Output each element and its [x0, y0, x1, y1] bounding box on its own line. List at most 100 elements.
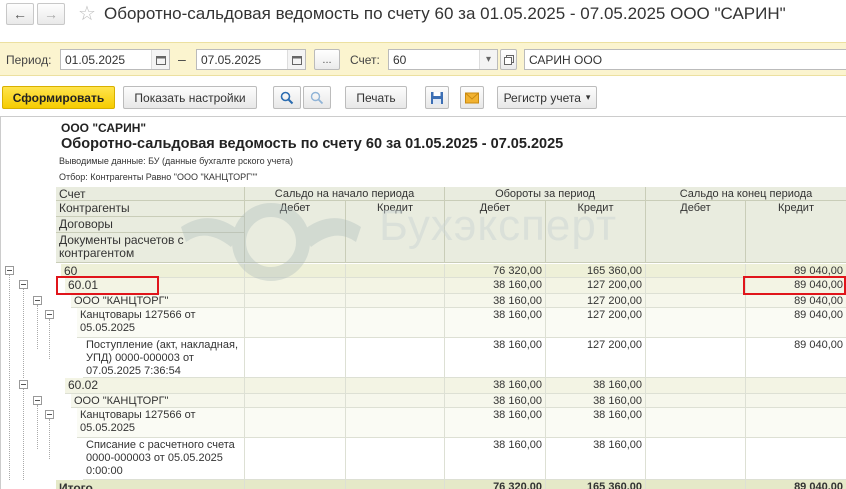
column-header-sub: Кредит — [746, 201, 846, 263]
tree-collapse-icon[interactable] — [19, 280, 28, 289]
forward-button[interactable]: → — [37, 3, 65, 25]
row-value-cell — [746, 408, 846, 438]
row-value-cell: 76 320,00 — [445, 264, 546, 278]
tree-collapse-icon[interactable] — [33, 396, 42, 405]
column-header-sub: Кредит — [546, 201, 646, 263]
row-value-cell — [245, 438, 346, 480]
envelope-icon — [465, 92, 479, 103]
calendar-icon[interactable] — [151, 50, 169, 69]
row-value-cell: 38 160,00 — [546, 394, 646, 408]
table-row[interactable]: ООО "КАНЦТОРГ" 38 160,00 38 160,00 — [1, 394, 846, 408]
date-to-field[interactable]: 07.05.2025 — [196, 49, 306, 70]
row-account-cell: ООО "КАНЦТОРГ" — [71, 394, 245, 408]
row-value-cell: 38 160,00 — [445, 408, 546, 438]
row-value-cell — [646, 394, 746, 408]
row-value-cell — [245, 278, 346, 294]
total-value-cell: 76 320,00 — [445, 480, 546, 489]
tree-collapse-icon[interactable] — [33, 296, 42, 305]
row-value-cell — [346, 294, 445, 308]
report-output-data: Выводимые данные: БУ (данные бухгалте рс… — [59, 156, 294, 166]
table-row[interactable]: Поступление (акт, накладная, УПД) 0000-0… — [1, 338, 846, 378]
row-value-cell: 89 040,00 — [746, 338, 846, 378]
send-email-button[interactable] — [460, 86, 484, 109]
parameters-panel: Период: 01.05.2025 – 07.05.2025 ... Счет… — [0, 42, 846, 76]
tree-collapse-icon[interactable] — [45, 410, 54, 419]
print-button[interactable]: Печать — [345, 86, 407, 109]
organization-value: САРИН ООО — [529, 53, 603, 67]
row-value-cell: 38 160,00 — [445, 294, 546, 308]
row-value-cell — [346, 308, 445, 338]
row-value-cell — [646, 308, 746, 338]
tree-connector-line — [37, 305, 38, 349]
account-label: Счет: — [350, 53, 380, 67]
table-row[interactable]: 60.02 38 160,00 38 160,00 — [1, 378, 846, 394]
row-value-cell — [245, 408, 346, 438]
total-value-cell — [245, 480, 346, 489]
row-value-cell — [346, 278, 445, 294]
row-value-cell — [245, 394, 346, 408]
table-row[interactable]: ООО "КАНЦТОРГ" 38 160,00 127 200,00 89 040,… — [1, 294, 846, 308]
row-account-cell: Поступление (акт, накладная, УПД) 0000-0… — [83, 338, 245, 378]
column-header-left: Договоры — [56, 217, 245, 233]
ledger-register-button[interactable]: Регистр учета ▾ — [497, 86, 597, 109]
column-header-left: Документы расчетов с контрагентом — [56, 233, 245, 263]
column-group-header: Обороты за период — [445, 187, 646, 201]
column-header-sub: Дебет — [245, 201, 346, 263]
column-group-header: Сальдо на конец периода — [646, 187, 846, 201]
row-value-cell: 38 160,00 — [445, 338, 546, 378]
row-value-cell — [646, 438, 746, 480]
search-clear-icon — [310, 91, 324, 104]
table-row[interactable]: Канцтовары 127566 от 05.05.2025 38 160,00… — [1, 308, 846, 338]
cancel-search-button[interactable] — [303, 86, 331, 109]
row-value-cell — [346, 408, 445, 438]
total-value-cell: 89 040,00 — [746, 480, 846, 489]
row-account-cell: ООО "КАНЦТОРГ" — [71, 294, 245, 308]
dropdown-arrow-icon[interactable]: ▾ — [479, 50, 497, 69]
row-value-cell: 38 160,00 — [445, 438, 546, 480]
generate-button[interactable]: Сформировать — [2, 86, 115, 109]
table-row[interactable]: Канцтовары 127566 от 05.05.2025 38 160,00… — [1, 408, 846, 438]
arrow-left-icon: ← — [13, 6, 27, 22]
row-value-cell: 89 040,00 — [746, 294, 846, 308]
report-area: ООО "САРИН" Оборотно-сальдовая ведомость… — [0, 116, 846, 489]
save-button[interactable] — [425, 86, 449, 109]
favorite-star-icon[interactable]: ☆ — [78, 2, 96, 26]
back-button[interactable]: ← — [6, 3, 34, 25]
row-value-cell — [245, 308, 346, 338]
period-dash: – — [178, 51, 186, 67]
row-value-cell — [346, 394, 445, 408]
table-row[interactable]: Списание с расчетного счета 0000-000003 … — [1, 438, 846, 480]
date-from-field[interactable]: 01.05.2025 — [60, 49, 170, 70]
row-value-cell: 127 200,00 — [546, 278, 646, 294]
tree-collapse-icon[interactable] — [19, 380, 28, 389]
row-value-cell — [746, 438, 846, 480]
tree-connector-line — [37, 405, 38, 449]
account-field[interactable]: 60 ▾ — [388, 49, 498, 70]
arrow-right-icon: → — [44, 6, 58, 22]
tree-collapse-icon[interactable] — [45, 310, 54, 319]
chevron-down-icon: ▾ — [585, 92, 591, 102]
row-value-cell: 38 160,00 — [546, 438, 646, 480]
row-value-cell — [346, 378, 445, 394]
row-value-cell — [346, 264, 445, 278]
calendar-icon[interactable] — [287, 50, 305, 69]
tree-connector-line — [9, 275, 10, 480]
row-value-cell — [646, 278, 746, 294]
open-account-button[interactable] — [500, 49, 517, 70]
table-total-row: Итого 76 320,00 165 360,00 89 040,00 — [1, 480, 846, 489]
total-value-cell — [346, 480, 445, 489]
report-organization: ООО "САРИН" — [61, 121, 147, 135]
row-value-cell — [646, 378, 746, 394]
period-select-button[interactable]: ... — [314, 49, 340, 70]
row-value-cell — [746, 378, 846, 394]
row-value-cell — [245, 264, 346, 278]
organization-field[interactable]: САРИН ООО — [524, 49, 846, 70]
show-settings-button[interactable]: Показать настройки — [123, 86, 257, 109]
row-value-cell: 38 160,00 — [445, 394, 546, 408]
floppy-disk-icon — [431, 91, 443, 104]
row-account-cell: Канцтовары 127566 от 05.05.2025 — [77, 408, 245, 438]
row-value-cell: 127 200,00 — [546, 338, 646, 378]
search-button[interactable] — [273, 86, 301, 109]
tree-collapse-icon[interactable] — [5, 266, 14, 275]
total-label: Итого — [56, 480, 245, 489]
